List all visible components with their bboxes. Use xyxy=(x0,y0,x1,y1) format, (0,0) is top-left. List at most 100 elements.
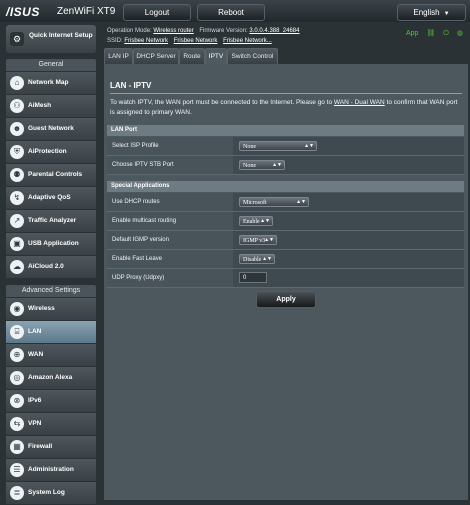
sidebar-item-system-log[interactable]: ≣ System Log xyxy=(6,482,96,505)
udp-proxy-input[interactable]: 0 xyxy=(239,272,267,283)
traffic-analyzer-icon: ↗ xyxy=(10,214,24,228)
fast-leave-select[interactable]: Disable ▲▼ xyxy=(239,254,275,264)
ssid-2[interactable]: Frisbee Network xyxy=(174,38,218,44)
status-icons: App ⛓ ⏻ ◍ ☺ xyxy=(406,29,470,38)
tab-route[interactable]: Route xyxy=(179,48,205,65)
igmp-version-label: Default IGMP version xyxy=(107,231,233,249)
page-title: LAN - IPTV xyxy=(110,81,152,90)
firewall-icon: ▦ xyxy=(10,440,24,454)
sidebar-item-traffic-analyzer[interactable]: ↗ Traffic Analyzer xyxy=(6,210,96,233)
ssid-1[interactable]: Frisbee Network xyxy=(124,38,168,44)
tab-switch-control[interactable]: Switch Control xyxy=(227,48,278,65)
multicast-routing-row: Enable multicast routing Enable ▲▼ xyxy=(107,212,464,231)
link-icon[interactable]: ⛓ xyxy=(426,30,435,37)
multicast-routing-select[interactable]: Enable ▲▼ xyxy=(239,216,273,226)
igmp-version-select[interactable]: IGMP v3 ▲▼ xyxy=(239,235,277,245)
language-value: English xyxy=(413,8,440,17)
dhcp-routes-select[interactable]: Microsoft ▲▼ xyxy=(239,197,309,207)
chevron-updown-icon: ▲▼ xyxy=(304,144,314,149)
dhcp-routes-label: Use DHCP routes xyxy=(107,193,233,211)
aicloud-icon: ☁ xyxy=(10,260,24,274)
aimesh-icon: ⚇ xyxy=(10,99,24,113)
chevron-down-icon: ▼ xyxy=(443,11,450,17)
sidebar-item-aiprotection[interactable]: ⛨ AiProtection xyxy=(6,141,96,164)
language-select[interactable]: English ▼ xyxy=(397,4,466,21)
app-icon[interactable]: App xyxy=(406,30,418,37)
sidebar-item-lan[interactable]: ⌸ LAN xyxy=(6,321,96,344)
amazon-alexa-icon: ◎ xyxy=(10,371,24,385)
firmware-label: Firmware Version: xyxy=(199,28,248,34)
firmware-link[interactable]: 3.0.0.4.388_24684 xyxy=(249,28,299,34)
stb-port-select[interactable]: None ▲▼ xyxy=(239,160,285,170)
tab-iptv[interactable]: IPTV xyxy=(205,48,227,65)
qis-label: Quick Internet Setup xyxy=(29,32,93,39)
administration-icon: ☰ xyxy=(10,463,24,477)
chevron-updown-icon: ▲▼ xyxy=(260,219,270,224)
title-divider xyxy=(110,93,462,94)
fast-leave-label: Enable Fast Leave xyxy=(107,250,233,268)
stb-port-row: Choose IPTV STB Port None ▲▼ xyxy=(107,156,464,175)
udp-proxy-label: UDP Proxy (Udpxy) xyxy=(107,269,233,287)
parental-controls-icon: ⚉ xyxy=(10,168,24,182)
sidebar-item-ipv6[interactable]: ⊗ IPv6 xyxy=(6,390,96,413)
chevron-updown-icon: ▲▼ xyxy=(272,163,282,168)
isp-profile-select[interactable]: None ▲▼ xyxy=(239,141,317,151)
adaptive-qos-icon: ↯ xyxy=(10,191,24,205)
main-panel: LAN - IPTV To watch IPTV, the WAN port m… xyxy=(104,64,468,500)
isp-profile-row: Select ISP Profile None ▲▼ xyxy=(107,137,464,156)
sidebar-item-adaptive-qos[interactable]: ↯ Adaptive QoS xyxy=(6,187,96,210)
sidebar-item-usb-application[interactable]: ▣ USB Application xyxy=(6,233,96,256)
aiprotection-icon: ⛨ xyxy=(10,145,24,159)
sidebar-item-aicloud[interactable]: ☁ AiCloud 2.0 xyxy=(6,256,96,279)
ipv6-icon: ⊗ xyxy=(10,394,24,408)
sidebar-item-guest-network[interactable]: ☻ Guest Network xyxy=(6,118,96,141)
chevron-updown-icon: ▲▼ xyxy=(296,200,306,205)
quick-internet-setup[interactable]: ⚙ Quick Internet Setup xyxy=(6,25,96,53)
wan-icon: ⊕ xyxy=(10,348,24,362)
sidebar-item-wan[interactable]: ⊕ WAN xyxy=(6,344,96,367)
tab-lan-ip[interactable]: LAN IP xyxy=(104,48,133,65)
stb-port-label: Choose IPTV STB Port xyxy=(107,156,233,174)
operation-mode-link[interactable]: Wireless router xyxy=(153,28,193,34)
top-bar: /ISUS ZenWiFi XT9 Logout Reboot English ▼ xyxy=(0,0,470,22)
general-header: General xyxy=(6,59,96,71)
sidebar-item-aimesh[interactable]: ⚇ AiMesh xyxy=(6,95,96,118)
page-description: To watch IPTV, the WAN port must be conn… xyxy=(110,99,458,116)
lan-port-header: LAN Port xyxy=(107,125,464,136)
system-log-icon: ≣ xyxy=(10,486,24,500)
vpn-icon: ⇆ xyxy=(10,417,24,431)
model-name: ZenWiFi XT9 xyxy=(57,6,116,17)
igmp-version-row: Default IGMP version IGMP v3 ▲▼ xyxy=(107,231,464,250)
tab-dhcp-server[interactable]: DHCP Server xyxy=(133,48,179,65)
qis-icon: ⚙ xyxy=(10,32,24,46)
sidebar-item-administration[interactable]: ☰ Administration xyxy=(6,459,96,482)
guest-network-icon: ☻ xyxy=(10,122,24,136)
chevron-updown-icon: ▲▼ xyxy=(264,238,274,243)
sidebar-item-vpn[interactable]: ⇆ VPN xyxy=(6,413,96,436)
multicast-routing-label: Enable multicast routing xyxy=(107,212,233,230)
usb-icon[interactable]: ⏻ xyxy=(443,30,449,37)
sidebar-item-network-map[interactable]: ⌂ Network Map xyxy=(6,72,96,95)
udp-proxy-row: UDP Proxy (Udpxy) 0 xyxy=(107,269,464,288)
sidebar-item-firewall[interactable]: ▦ Firewall xyxy=(6,436,96,459)
dual-wan-link[interactable]: WAN - Dual WAN xyxy=(334,99,385,106)
status-info: Operation Mode: Wireless router Firmware… xyxy=(107,26,407,46)
sidebar-item-parental-controls[interactable]: ⚉ Parental Controls xyxy=(6,164,96,187)
ssid-label: SSID: xyxy=(107,38,123,44)
logout-button[interactable]: Logout xyxy=(123,4,191,21)
operation-mode-label: Operation Mode: xyxy=(107,28,152,34)
usb-application-icon: ▣ xyxy=(10,237,24,251)
lan-icon: ⌸ xyxy=(10,325,24,339)
sidebar-item-amazon-alexa[interactable]: ◎ Amazon Alexa xyxy=(6,367,96,390)
advanced-settings-header: Advanced Settings xyxy=(6,285,96,297)
ssid-3[interactable]: Frisbee Network... xyxy=(223,38,272,44)
network-map-icon: ⌂ xyxy=(10,76,24,90)
wifi-icon[interactable]: ◍ xyxy=(457,30,463,37)
reboot-button[interactable]: Reboot xyxy=(197,4,265,21)
chevron-updown-icon: ▲▼ xyxy=(262,257,272,262)
isp-profile-label: Select ISP Profile xyxy=(107,137,233,155)
sidebar-item-wireless[interactable]: ◉ Wireless xyxy=(6,298,96,321)
apply-button[interactable]: Apply xyxy=(256,291,316,308)
wireless-icon: ◉ xyxy=(10,302,24,316)
dhcp-routes-row: Use DHCP routes Microsoft ▲▼ xyxy=(107,193,464,212)
